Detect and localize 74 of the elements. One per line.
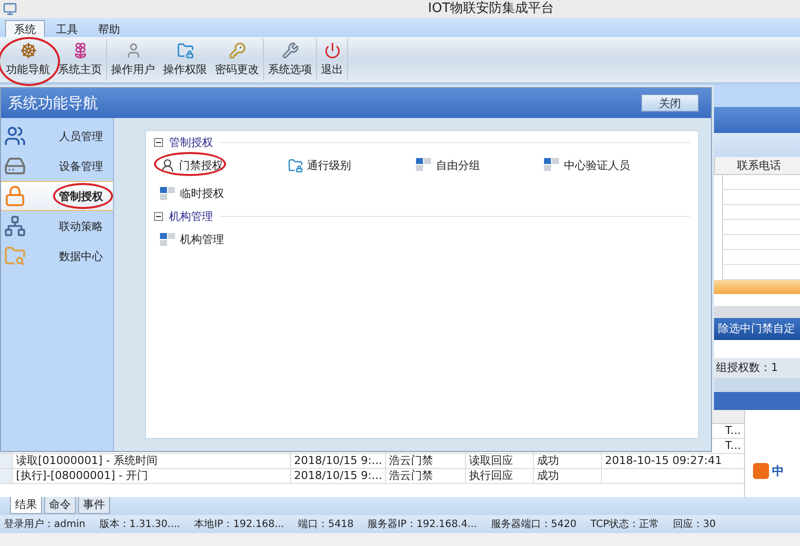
lock-icon [4,185,26,207]
sidebar-item[interactable]: 管制授权 [1,181,113,211]
power-icon [324,42,340,59]
dialog-title: 系统功能导航 [8,94,98,112]
column-header: 联系电话 [714,157,800,175]
status-item: 版本：1.31.30.... [99,518,180,531]
person-icon [160,158,175,172]
bottom-tab[interactable]: 命令 [44,497,76,514]
nav-item[interactable]: 通行级别 [288,157,351,173]
ime-indicator[interactable]: 中 [772,462,784,480]
menu-tab[interactable]: 系统 [5,20,45,37]
app-icon [3,2,17,16]
table-cell: 成功 [533,454,601,468]
bottom-tab[interactable]: 事件 [78,497,110,514]
table-cell: 浩云门禁 [385,454,465,468]
folder-search-icon [4,245,26,267]
sidebar-item[interactable]: 人员管理 [1,121,113,151]
group-title: 管制授权 [169,134,213,150]
row-header [0,454,12,468]
users-icon [4,125,26,147]
window-title: IOT物联安防集成平台 [428,0,554,18]
status-item: 端口：5418 [298,518,354,531]
menu-tab[interactable]: 工具 [47,20,87,37]
row-header [0,469,12,483]
nav-item[interactable]: 自由分组 [416,157,480,173]
toolbar-button[interactable]: 系统主页 [54,39,106,80]
action-bar[interactable]: 除选中门禁自定 [714,318,800,340]
sidebar-item[interactable]: 设备管理 [1,151,113,181]
nav-item[interactable]: 临时授权 [160,186,224,202]
status-item: 本地IP：192.168... [194,518,284,531]
bottom-tab[interactable]: 结果 [10,497,42,514]
toolbar-button[interactable]: 操作权限 [159,39,211,80]
table-cell: 成功 [533,469,601,483]
status-item: 服务器端口：5420 [490,518,576,531]
key-icon [228,42,246,59]
group-title: 机构管理 [169,209,213,224]
toolbar-button[interactable]: 系统选项 [264,39,316,80]
ship-wheel-icon [20,42,36,59]
network-icon [4,215,26,237]
table-cell: 读取回应 [465,454,533,468]
sidebar-item[interactable]: 数据中心 [1,241,113,271]
status-item: 登录用户：admin [4,518,86,531]
tiles-icon [544,158,560,172]
status-item: 回应：30 [672,518,716,531]
wrench-icon [282,42,298,59]
table-cell: 执行回应 [465,469,533,483]
tiles-icon [160,186,176,200]
menu-tab[interactable]: 帮助 [89,20,129,37]
status-item: TCP状态：正常 [590,518,659,531]
collapse-toggle-icon[interactable] [154,138,163,146]
table-cell: 2018-10-15 09:27:41 [601,454,744,468]
table-cell: 读取[01000001] - 系统时间 [12,454,290,468]
close-button[interactable]: 关闭 [641,94,699,112]
toolbar-button[interactable]: 密码更改 [211,39,263,80]
folder-lock-icon [288,158,303,172]
tiles-icon [416,158,432,172]
table-cell: 浩云门禁 [385,469,465,483]
table-cell: 2018/10/15 9:... [290,469,385,483]
nav-item[interactable]: 门禁授权 [160,157,223,173]
nav-item[interactable]: 机构管理 [160,232,224,248]
table-cell: 2018/10/15 9:... [290,454,385,468]
folder-lock-icon [176,42,194,59]
count-label: 组授权数：1 [714,358,800,378]
toolbar-button[interactable]: 操作用户 [107,39,159,80]
tiles-icon [160,232,176,246]
toolbar-button[interactable]: 退出 [317,39,347,80]
status-item: 服务器IP：192.168.4... [368,518,477,531]
table-cell: [执行]-[08000001] - 开门 [12,469,290,483]
hard-drive-icon [4,155,26,177]
toolbar-button[interactable]: 功能导航 [2,39,54,80]
nav-item[interactable]: 中心验证人员 [544,157,630,173]
collapse-toggle-icon[interactable] [154,212,163,221]
ime-logo-icon [753,463,769,479]
sidebar-item[interactable]: 联动策略 [1,211,113,241]
